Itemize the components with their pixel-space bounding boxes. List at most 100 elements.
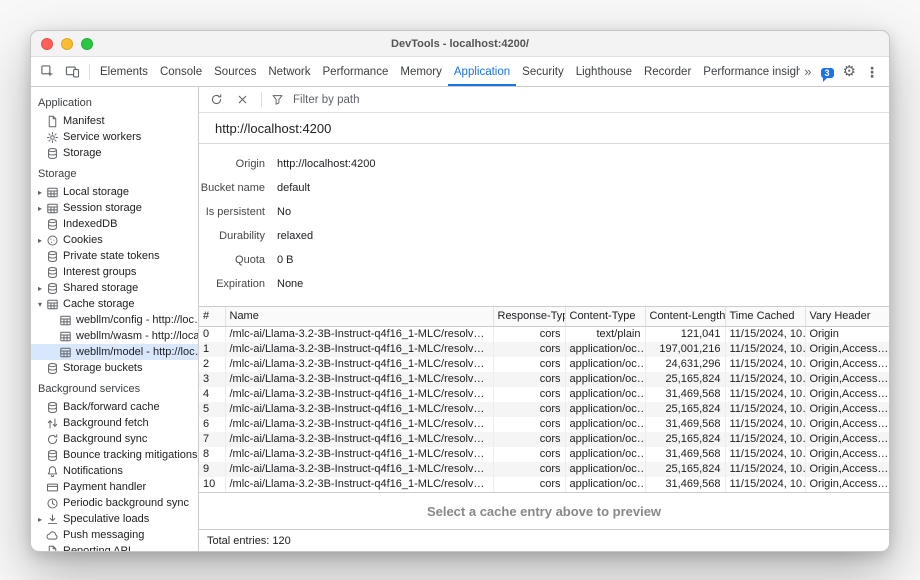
sidebar-item-cache-storage[interactable]: ▾ Cache storage xyxy=(31,296,198,312)
chevron-right-icon[interactable]: ▸ xyxy=(35,236,45,245)
column-header-content-length[interactable]: Content-Length xyxy=(645,307,725,326)
sidebar-item-webllm-model-http-loc[interactable]: webllm/model - http://loc… xyxy=(31,344,198,360)
cell-num: 0 xyxy=(199,326,225,342)
sidebar-item-label: Payment handler xyxy=(63,481,146,493)
tab-recorder[interactable]: Recorder xyxy=(638,57,697,86)
sidebar-item-manifest[interactable]: Manifest xyxy=(31,113,198,129)
filter-funnel-icon xyxy=(270,93,284,107)
sidebar-item-webllm-config-http-loc[interactable]: webllm/config - http://loc… xyxy=(31,312,198,328)
tab-application[interactable]: Application xyxy=(448,57,516,86)
sidebar-item-storage-buckets[interactable]: Storage buckets xyxy=(31,360,198,376)
column-header-vary-header[interactable]: Vary Header xyxy=(805,307,889,326)
sidebar-item-label: webllm/wasm - http://loca… xyxy=(76,330,198,342)
more-tabs-button[interactable]: » xyxy=(804,65,811,78)
table-row[interactable]: 0/mlc-ai/Llama-3.2-3B-Instruct-q4f16_1-M… xyxy=(199,326,889,342)
sidebar-item-background-sync[interactable]: Background sync xyxy=(31,431,198,447)
cache-entries-table[interactable]: #NameResponse-TypeContent-TypeContent-Le… xyxy=(199,306,889,493)
chevron-down-icon[interactable]: ▾ xyxy=(35,300,45,309)
table-row[interactable]: 4/mlc-ai/Llama-3.2-3B-Instruct-q4f16_1-M… xyxy=(199,387,889,402)
table-row[interactable]: 7/mlc-ai/Llama-3.2-3B-Instruct-q4f16_1-M… xyxy=(199,432,889,447)
close-button[interactable] xyxy=(41,38,53,50)
sidebar-item-push-messaging[interactable]: Push messaging xyxy=(31,527,198,543)
chevron-right-icon[interactable]: ▸ xyxy=(35,284,45,293)
table-row[interactable]: 1/mlc-ai/Llama-3.2-3B-Instruct-q4f16_1-M… xyxy=(199,342,889,357)
database-icon xyxy=(45,146,59,160)
cloud-icon xyxy=(45,528,59,542)
column-header-name[interactable]: Name xyxy=(225,307,493,326)
sidebar-item-notifications[interactable]: Notifications xyxy=(31,463,198,479)
total-entries: Total entries: 120 xyxy=(207,535,291,547)
sidebar-item-shared-storage[interactable]: ▸Shared storage xyxy=(31,280,198,296)
sidebar-item-payment-handler[interactable]: Payment handler xyxy=(31,479,198,495)
inspect-element-button[interactable] xyxy=(35,57,60,86)
tab-security[interactable]: Security xyxy=(516,57,570,86)
cell-response-type: cors xyxy=(493,462,565,477)
chevron-right-icon[interactable]: ▸ xyxy=(35,515,45,524)
cell-num: 1 xyxy=(199,342,225,357)
tab-sources[interactable]: Sources xyxy=(208,57,262,86)
refresh-button[interactable] xyxy=(205,89,227,111)
table-icon xyxy=(45,201,59,215)
sidebar-item-webllm-wasm-http-loca[interactable]: webllm/wasm - http://loca… xyxy=(31,328,198,344)
column-header-content-type[interactable]: Content-Type xyxy=(565,307,645,326)
column-header-num[interactable]: # xyxy=(199,307,225,326)
tab-lighthouse[interactable]: Lighthouse xyxy=(570,57,638,86)
cell-vary-header: Origin,Access… xyxy=(805,432,889,447)
sidebar-item-interest-groups[interactable]: Interest groups xyxy=(31,264,198,280)
tab-performance[interactable]: Performance xyxy=(317,57,395,86)
sidebar-item-service-workers[interactable]: Service workers xyxy=(31,129,198,145)
chevron-right-icon[interactable]: ▸ xyxy=(35,204,45,213)
cell-name: /mlc-ai/Llama-3.2-3B-Instruct-q4f16_1-ML… xyxy=(225,402,493,417)
cell-content-type: application/oc… xyxy=(565,462,645,477)
table-row[interactable]: 3/mlc-ai/Llama-3.2-3B-Instruct-q4f16_1-M… xyxy=(199,372,889,387)
section-header-background-services: Background services xyxy=(31,376,198,399)
tab-performance-insights[interactable]: Performance insights xyxy=(697,57,800,86)
cell-content-length: 25,165,824 xyxy=(645,432,725,447)
cell-vary-header: Origin,Access… xyxy=(805,387,889,402)
more-options-button[interactable]: ⋮ xyxy=(865,65,879,79)
table-row[interactable]: 10/mlc-ai/Llama-3.2-3B-Instruct-q4f16_1-… xyxy=(199,477,889,492)
sidebar-item-indexeddb[interactable]: IndexedDB xyxy=(31,216,198,232)
cell-content-length: 31,469,568 xyxy=(645,477,725,492)
sidebar-item-private-state-tokens[interactable]: Private state tokens xyxy=(31,248,198,264)
table-row[interactable]: 5/mlc-ai/Llama-3.2-3B-Instruct-q4f16_1-M… xyxy=(199,402,889,417)
tab-elements[interactable]: Elements xyxy=(94,57,154,86)
tab-console[interactable]: Console xyxy=(154,57,208,86)
sidebar-item-storage[interactable]: Storage xyxy=(31,145,198,161)
table-row[interactable]: 6/mlc-ai/Llama-3.2-3B-Instruct-q4f16_1-M… xyxy=(199,417,889,432)
zoom-button[interactable] xyxy=(81,38,93,50)
sidebar-item-local-storage[interactable]: ▸Local storage xyxy=(31,184,198,200)
cell-content-type: application/oc… xyxy=(565,432,645,447)
sidebar-item-label: Cache storage xyxy=(63,298,135,310)
sidebar-item-bounce-tracking-mitigations[interactable]: Bounce tracking mitigations xyxy=(31,447,198,463)
sidebar-item-periodic-background-sync[interactable]: Periodic background sync xyxy=(31,495,198,511)
sidebar-item-speculative-loads[interactable]: ▸Speculative loads xyxy=(31,511,198,527)
issues-count-badge: 3 xyxy=(821,68,834,78)
sidebar-item-background-fetch[interactable]: Background fetch xyxy=(31,415,198,431)
issues-counter-button[interactable]: 3 xyxy=(821,63,834,81)
sidebar-item-reporting-api[interactable]: Reporting API xyxy=(31,543,198,551)
column-header-time-cached[interactable]: Time Cached xyxy=(725,307,805,326)
titlebar: DevTools - localhost:4200/ xyxy=(31,31,889,57)
cell-content-length: 121,041 xyxy=(645,326,725,342)
tab-label: Sources xyxy=(214,66,256,78)
device-toolbar-button[interactable] xyxy=(60,57,85,86)
column-header-response-type[interactable]: Response-Type xyxy=(493,307,565,326)
table-row[interactable]: 9/mlc-ai/Llama-3.2-3B-Instruct-q4f16_1-M… xyxy=(199,462,889,477)
settings-gear-icon[interactable]: ⚙ xyxy=(843,64,856,79)
sidebar-item-cookies[interactable]: ▸Cookies xyxy=(31,232,198,248)
chevron-right-icon[interactable]: ▸ xyxy=(35,188,45,197)
cell-num: 10 xyxy=(199,477,225,492)
cell-name: /mlc-ai/Llama-3.2-3B-Instruct-q4f16_1-ML… xyxy=(225,477,493,492)
table-row[interactable]: 2/mlc-ai/Llama-3.2-3B-Instruct-q4f16_1-M… xyxy=(199,357,889,372)
field-bucket-name: Bucket namedefault xyxy=(199,176,889,200)
tab-network[interactable]: Network xyxy=(262,57,316,86)
sidebar-item-session-storage[interactable]: ▸Session storage xyxy=(31,200,198,216)
filter-input[interactable]: Filter by path xyxy=(270,93,359,107)
minimize-button[interactable] xyxy=(61,38,73,50)
tab-memory[interactable]: Memory xyxy=(394,57,448,86)
table-row[interactable]: 8/mlc-ai/Llama-3.2-3B-Instruct-q4f16_1-M… xyxy=(199,447,889,462)
delete-selected-button[interactable] xyxy=(231,89,253,111)
database-icon xyxy=(45,281,59,295)
sidebar-item-back-forward-cache[interactable]: Back/forward cache xyxy=(31,399,198,415)
